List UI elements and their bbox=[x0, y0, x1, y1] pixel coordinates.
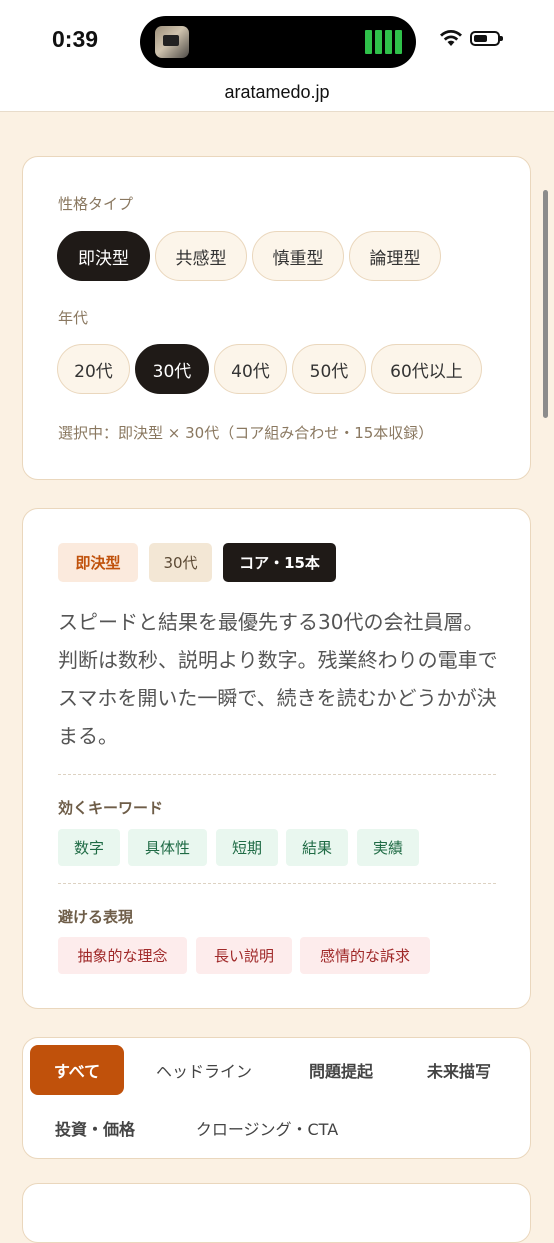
age-option-40s[interactable]: 40代 bbox=[214, 344, 287, 394]
tab-future[interactable]: 未来描写 bbox=[406, 1045, 512, 1095]
scrollbar[interactable] bbox=[543, 190, 548, 418]
profile-tag-personality: 即決型 bbox=[58, 543, 138, 582]
profile-tag-age: 30代 bbox=[149, 543, 212, 582]
avoid-chip: 抽象的な理念 bbox=[58, 937, 187, 974]
tab-problem[interactable]: 問題提起 bbox=[287, 1045, 395, 1095]
keyword-chip: 結果 bbox=[286, 829, 348, 866]
tab-all[interactable]: すべて bbox=[30, 1045, 124, 1095]
wifi-icon bbox=[440, 30, 462, 46]
avoid-heading: 避ける表現 bbox=[58, 908, 134, 926]
dynamic-island bbox=[140, 16, 416, 68]
personality-option-ronri[interactable]: 論理型 bbox=[349, 231, 441, 281]
personality-type-label: 性格タイプ bbox=[58, 195, 134, 213]
status-bar: 0:39 bbox=[0, 0, 554, 78]
keywords-heading: 効くキーワード bbox=[58, 799, 164, 817]
personality-option-kyokan[interactable]: 共感型 bbox=[155, 231, 247, 281]
personality-option-shincho[interactable]: 慎重型 bbox=[252, 231, 344, 281]
keyword-chip: 短期 bbox=[216, 829, 278, 866]
personality-option-sokketsu[interactable]: 即決型 bbox=[57, 231, 150, 281]
profile-card bbox=[22, 508, 531, 1009]
selection-summary: 選択中：即決型 × 30代（コア組み合わせ・15本収録） bbox=[58, 424, 434, 442]
tab-headline[interactable]: ヘッドライン bbox=[136, 1045, 272, 1095]
age-option-20s[interactable]: 20代 bbox=[57, 344, 130, 394]
address-bar[interactable]: aratamedo.jp bbox=[0, 78, 554, 112]
age-group-label: 年代 bbox=[58, 309, 89, 327]
age-option-60s-plus[interactable]: 60代以上 bbox=[371, 344, 482, 394]
next-card bbox=[22, 1183, 531, 1243]
age-option-30s[interactable]: 30代 bbox=[135, 344, 209, 394]
keyword-chip: 実績 bbox=[357, 829, 419, 866]
tab-price[interactable]: 投資・価格 bbox=[36, 1103, 154, 1153]
keyword-chip: 具体性 bbox=[128, 829, 207, 866]
age-option-50s[interactable]: 50代 bbox=[292, 344, 366, 394]
battery-icon bbox=[470, 31, 503, 46]
divider bbox=[58, 774, 496, 775]
url-text: aratamedo.jp bbox=[224, 82, 330, 102]
activity-bars-icon bbox=[365, 30, 402, 54]
status-time: 0:39 bbox=[52, 26, 99, 52]
tab-closing-cta[interactable]: クロージング・CTA bbox=[172, 1103, 362, 1153]
profile-tag-core-count: コア・15本 bbox=[223, 543, 336, 582]
now-playing-thumbnail bbox=[155, 26, 189, 58]
divider bbox=[58, 883, 496, 884]
profile-description: スピードと結果を最優先する30代の会社員層。判断は数秒、説明より数字。残業終わり… bbox=[58, 610, 498, 748]
keyword-chip: 数字 bbox=[58, 829, 120, 866]
avoid-chip: 感情的な訴求 bbox=[300, 937, 430, 974]
avoid-chip: 長い説明 bbox=[196, 937, 292, 974]
